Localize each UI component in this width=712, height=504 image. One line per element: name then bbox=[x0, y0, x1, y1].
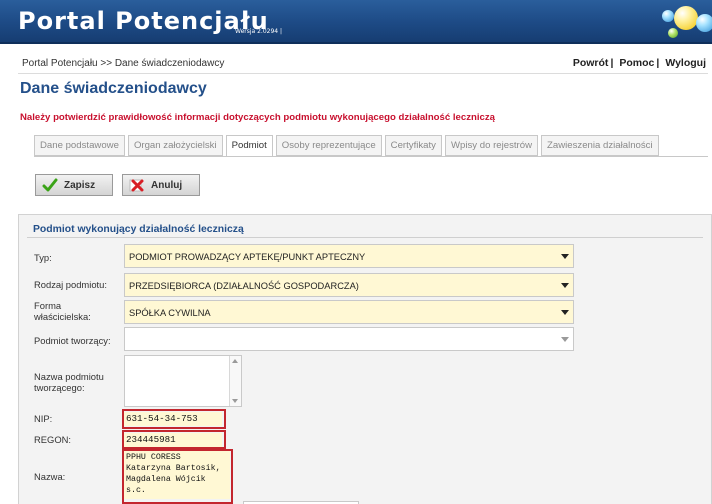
version-label: Wersja 2.0294 | bbox=[235, 28, 283, 35]
app-title: Portal Potencjału bbox=[18, 7, 269, 35]
section-title: Podmiot wykonujący działalność leczniczą bbox=[33, 224, 244, 235]
tab-divider bbox=[34, 156, 708, 157]
cancel-x-icon bbox=[129, 179, 144, 192]
section-divider bbox=[27, 237, 703, 238]
tab-wpisy-do-rejestrow[interactable]: Wpisy do rejestrów bbox=[444, 135, 539, 156]
tab-zawieszenia-dzialalnosci[interactable]: Zawieszenia działalności bbox=[541, 135, 659, 156]
nazwa-label: Nazwa: bbox=[34, 471, 66, 482]
podmiot-tworzacy-select[interactable] bbox=[124, 327, 574, 351]
rodzaj-podmiotu-label: Rodzaj podmiotu: bbox=[34, 279, 107, 290]
typ-value: PODMIOT PROWADZĄCY APTEKĘ/PUNKT APTECZNY bbox=[129, 252, 366, 262]
chevron-down-icon bbox=[561, 310, 569, 315]
rodzaj-podmiotu-value: PRZEDSIĘBIORCA (DZIAŁALNOŚĆ GOSPODARCZA) bbox=[129, 281, 359, 291]
link-separator: | bbox=[610, 57, 614, 69]
back-link[interactable]: Powrót bbox=[573, 57, 609, 69]
nip-highlight-box bbox=[122, 409, 226, 429]
nip-label: NIP: bbox=[34, 413, 53, 424]
tab-bar: Dane podstawowe Organ założycielski Podm… bbox=[34, 135, 659, 157]
tab-osoby-reprezentujace[interactable]: Osoby reprezentujące bbox=[275, 135, 382, 156]
cancel-label: Anuluj bbox=[151, 179, 183, 191]
regon-label: REGON: bbox=[34, 434, 71, 445]
forma-wlascicielska-value: SPÓŁKA CYWILNA bbox=[129, 308, 211, 318]
tab-dane-podstawowe[interactable]: Dane podstawowe bbox=[34, 135, 125, 156]
regon-highlight-box bbox=[122, 430, 226, 449]
cancel-button[interactable]: Anuluj bbox=[122, 174, 200, 196]
rodzaj-podmiotu-select[interactable]: PRZEDSIĘBIORCA (DZIAŁALNOŚĆ GOSPODARCZA) bbox=[124, 273, 574, 297]
breadcrumb: Portal Potencjału >> Dane świadczeniodaw… bbox=[22, 58, 225, 69]
entity-form-panel: Podmiot wykonujący działalność leczniczą… bbox=[18, 214, 712, 504]
save-button[interactable]: Zapisz bbox=[35, 174, 113, 196]
app-header: Portal Potencjału Wersja 2.0294 | bbox=[0, 0, 712, 44]
scrollbar[interactable] bbox=[229, 356, 241, 406]
top-links: Powrót | Pomoc | Wyloguj bbox=[573, 57, 706, 69]
save-label: Zapisz bbox=[64, 179, 96, 191]
checkmark-icon bbox=[42, 178, 58, 192]
app-window: Portal Potencjału Wersja 2.0294 | Portal… bbox=[0, 0, 712, 504]
divider bbox=[18, 73, 708, 74]
forma-wlascicielska-label: Forma właścicielska: bbox=[34, 300, 91, 322]
tab-podmiot[interactable]: Podmiot bbox=[225, 135, 273, 157]
scroll-down-icon[interactable] bbox=[232, 399, 238, 403]
help-link[interactable]: Pomoc bbox=[619, 57, 654, 69]
confirmation-notice: Należy potwierdzić prawidłowość informac… bbox=[20, 112, 496, 123]
forma-wlascicielska-select[interactable]: SPÓŁKA CYWILNA bbox=[124, 300, 574, 324]
logout-link[interactable]: Wyloguj bbox=[665, 57, 706, 69]
typ-select[interactable]: PODMIOT PROWADZĄCY APTEKĘ/PUNKT APTECZNY bbox=[124, 244, 574, 268]
link-separator: | bbox=[656, 57, 660, 69]
podmiot-tworzacy-label: Podmiot tworzący: bbox=[34, 335, 111, 346]
chevron-down-icon bbox=[561, 254, 569, 259]
nazwa-highlight-box bbox=[122, 449, 233, 504]
chevron-down-icon bbox=[561, 283, 569, 288]
page-title: Dane świadczeniodawcy bbox=[20, 80, 207, 97]
logo-bubbles-icon bbox=[660, 4, 712, 40]
scroll-up-icon[interactable] bbox=[232, 359, 238, 363]
nazwa-podmiotu-tworzacego-label: Nazwa podmiotu tworzącego: bbox=[34, 371, 104, 393]
typ-label: Typ: bbox=[34, 252, 52, 263]
nazwa-podmiotu-tworzacego-textarea[interactable] bbox=[124, 355, 242, 407]
tab-certyfikaty[interactable]: Certyfikaty bbox=[384, 135, 442, 156]
chevron-down-icon bbox=[561, 337, 569, 342]
tab-organ-zalozycielski[interactable]: Organ założycielski bbox=[127, 135, 223, 156]
